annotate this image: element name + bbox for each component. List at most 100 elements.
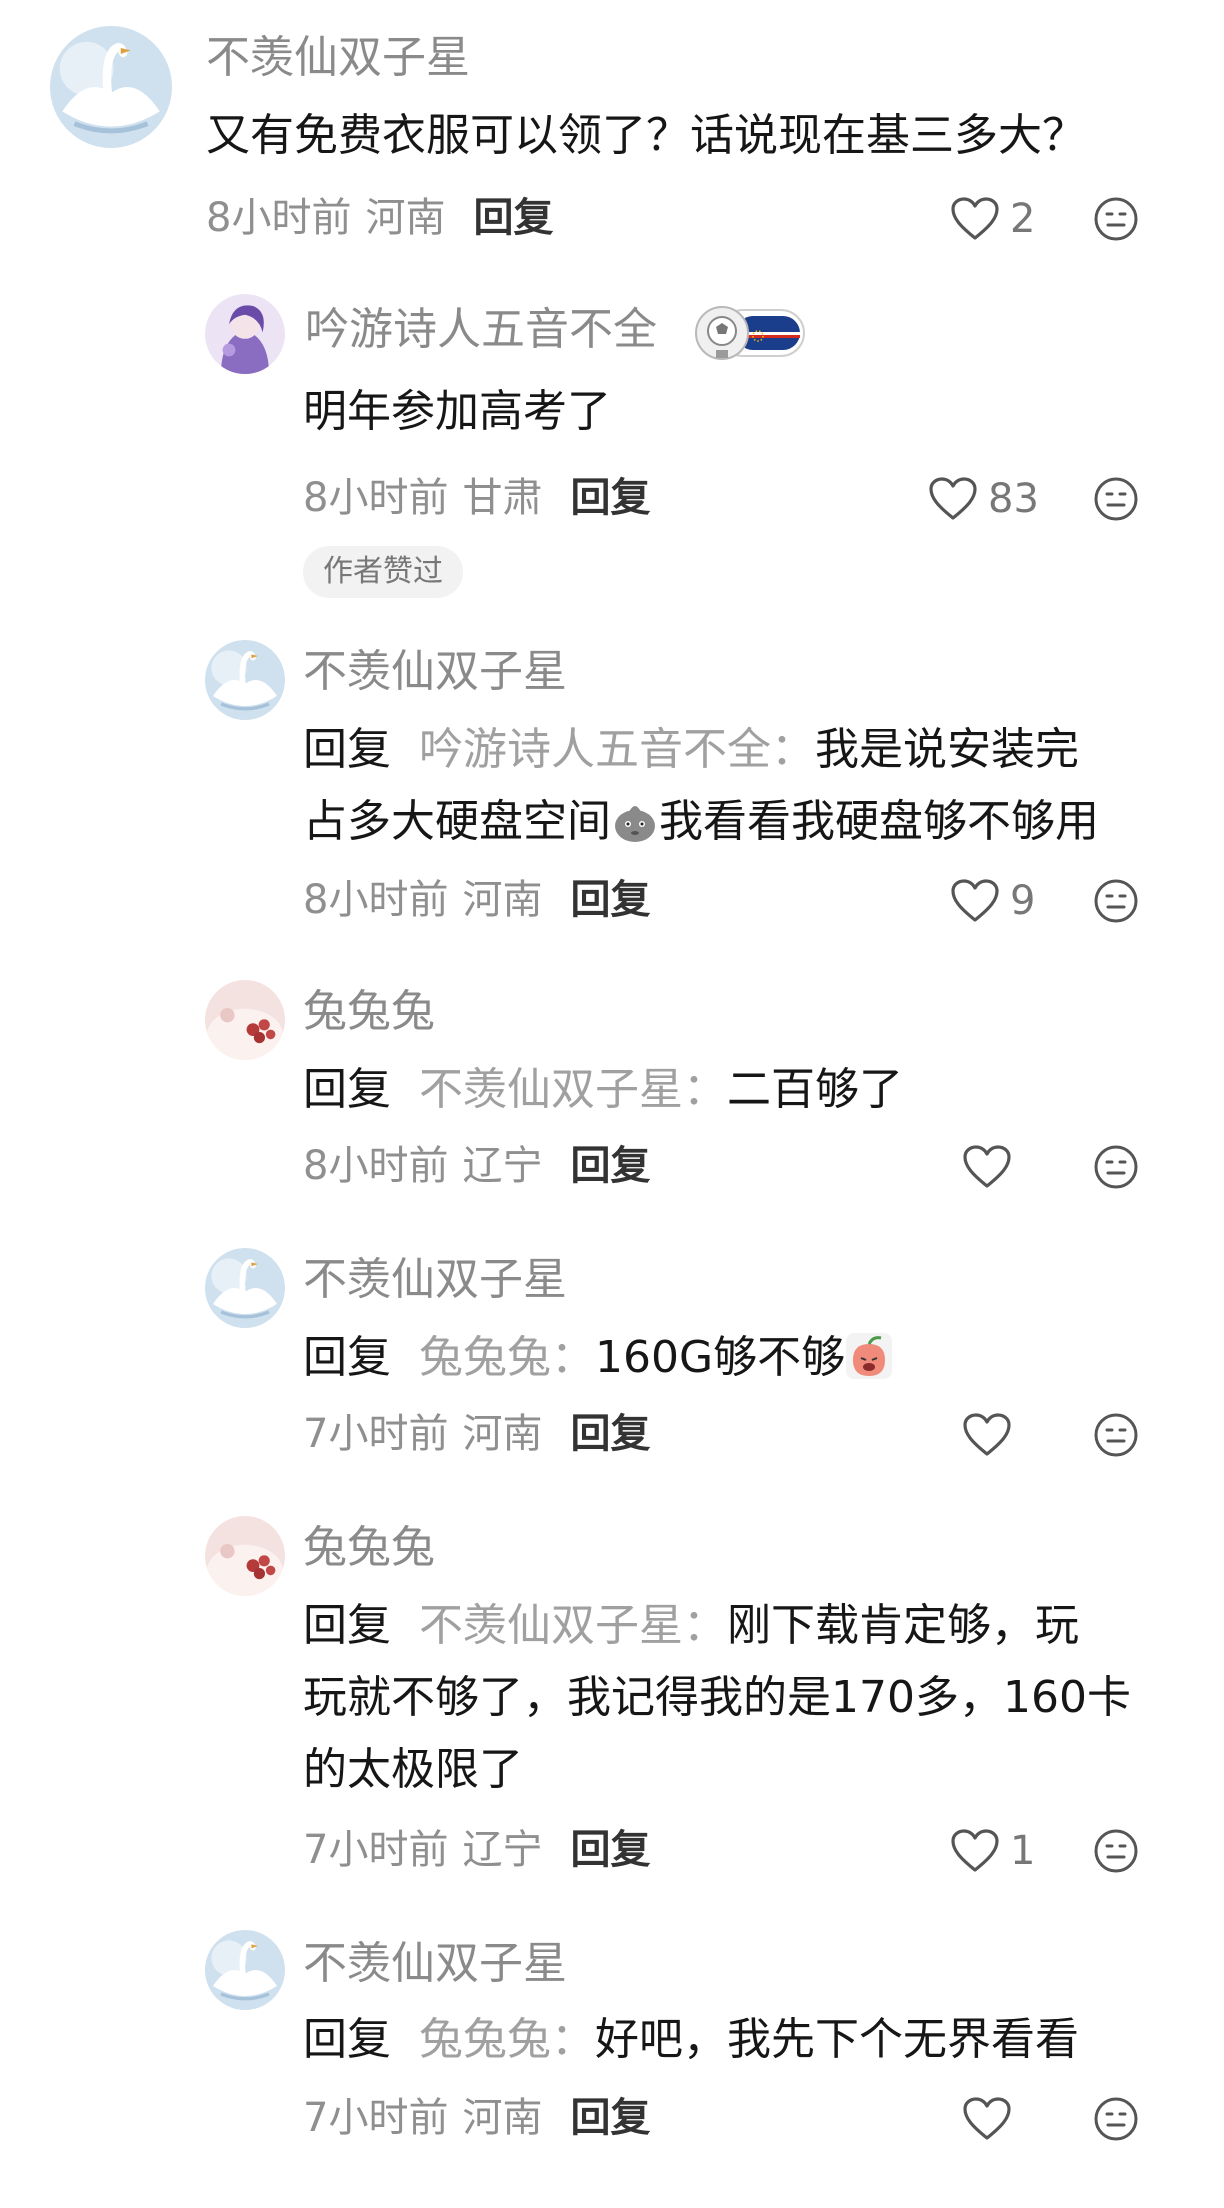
emoji-face-icon xyxy=(1093,2096,1139,2142)
reply-button[interactable]: 回复 xyxy=(570,877,650,923)
avatar[interactable] xyxy=(205,294,285,374)
swan-avatar-icon xyxy=(205,1930,285,2010)
comment-text-part: 我是说安装完 xyxy=(815,724,1079,775)
location: 辽宁 xyxy=(462,1827,543,1873)
avatar[interactable] xyxy=(205,1930,285,2010)
comment-text: 又有免费衣服可以领了？话说现在基三多大？ xyxy=(206,110,1086,161)
username[interactable]: 不羡仙双子星 xyxy=(206,32,470,85)
avatar[interactable] xyxy=(205,1248,285,1328)
reply-prefix: 回复 xyxy=(303,724,391,775)
pink-floral-avatar-icon xyxy=(205,980,285,1060)
location: 河南 xyxy=(462,877,543,923)
username[interactable]: 吟游诗人五音不全 xyxy=(305,304,657,357)
avatar[interactable] xyxy=(205,640,285,720)
comment-meta: 7小时前 河南 回复 xyxy=(303,1410,650,1458)
pink-floral-avatar-icon xyxy=(205,1516,285,1596)
react-button[interactable] xyxy=(1093,476,1139,522)
timestamp: 8小时前 xyxy=(303,877,449,923)
comment-meta: 8小时前 辽宁 回复 xyxy=(303,1142,650,1190)
emoji-face-icon xyxy=(1093,1144,1139,1190)
avatar[interactable] xyxy=(205,980,285,1060)
reply-target[interactable]: 兔兔兔： xyxy=(419,1332,595,1383)
reply-prefix: 回复 xyxy=(303,1600,391,1651)
username[interactable]: 兔兔兔 xyxy=(303,1522,435,1575)
emoji-face-icon xyxy=(1093,878,1139,924)
swan-avatar-icon xyxy=(205,1248,285,1328)
location: 河南 xyxy=(462,2095,543,2141)
emoji-face-icon xyxy=(1093,1828,1139,1874)
comment-text-part: 占多大硬盘空间 xyxy=(303,796,611,847)
reply-target[interactable]: 吟游诗人五音不全： xyxy=(419,724,815,775)
comment-text-part: 好吧，我先下个无界看看 xyxy=(595,2014,1079,2065)
comment-meta: 7小时前 河南 回复 xyxy=(303,2094,650,2142)
comment-meta: 8小时前 甘肃 回复 xyxy=(303,474,650,522)
swan-avatar-icon xyxy=(50,26,172,148)
comment-text: 回复 兔兔兔：160G够不够 xyxy=(303,1322,893,1394)
timestamp: 8小时前 xyxy=(303,1143,449,1189)
comment-text-part: 二百够了 xyxy=(727,1064,903,1115)
swan-avatar-icon xyxy=(205,640,285,720)
react-button[interactable] xyxy=(1093,2096,1139,2142)
comment-meta: 7小时前 辽宁 回复 xyxy=(303,1826,650,1874)
like-count: 83 xyxy=(988,476,1039,522)
comment-meta: 8小时前 河南 回复 xyxy=(206,194,553,242)
comment-text-part: 我看看我硬盘够不够用 xyxy=(659,796,1099,847)
react-button[interactable] xyxy=(1093,878,1139,924)
avatar[interactable] xyxy=(205,1516,285,1596)
like-count: 9 xyxy=(1010,878,1036,924)
heart-outline-icon xyxy=(962,1144,1012,1190)
username[interactable]: 不羡仙双子星 xyxy=(303,1938,567,1991)
like-button[interactable]: 83 xyxy=(928,476,1039,522)
cape-verde-flag-badge-icon xyxy=(690,302,806,364)
react-button[interactable] xyxy=(1093,196,1139,242)
heart-outline-icon xyxy=(950,878,1000,924)
comment-text: 回复 不羡仙双子星：刚下载肯定够，玩 玩就不够了，我记得我的是170多，160卡 … xyxy=(303,1590,1131,1806)
comment-text-part: 的太极限了 xyxy=(303,1744,523,1795)
heart-outline-icon xyxy=(962,2096,1012,2142)
react-button[interactable] xyxy=(1093,1828,1139,1874)
comment-text-part: 玩就不够了，我记得我的是170多，160卡 xyxy=(303,1672,1131,1723)
reply-prefix: 回复 xyxy=(303,1332,391,1383)
timestamp: 7小时前 xyxy=(303,1827,449,1873)
react-button[interactable] xyxy=(1093,1412,1139,1458)
comment-meta: 8小时前 河南 回复 xyxy=(303,876,650,924)
comment-text-part: 160G够不够 xyxy=(595,1332,846,1383)
reply-button[interactable]: 回复 xyxy=(570,475,650,521)
username[interactable]: 兔兔兔 xyxy=(303,986,435,1039)
location: 河南 xyxy=(462,1411,543,1457)
username[interactable]: 不羡仙双子星 xyxy=(303,1254,567,1307)
emoji-face-icon xyxy=(1093,196,1139,242)
comment-text: 回复 吟游诗人五音不全：我是说安装完 占多大硬盘空间 我看看我硬盘够不够用 xyxy=(303,714,1099,858)
like-button[interactable] xyxy=(962,1412,1012,1458)
username[interactable]: 不羡仙双子星 xyxy=(303,646,567,699)
like-button[interactable]: 1 xyxy=(950,1828,1035,1874)
reply-button[interactable]: 回复 xyxy=(473,195,553,241)
comment-text: 回复 兔兔兔：好吧，我先下个无界看看 xyxy=(303,2004,1079,2076)
heart-outline-icon xyxy=(950,1828,1000,1874)
like-button[interactable] xyxy=(962,2096,1012,2142)
like-button[interactable]: 2 xyxy=(950,196,1035,242)
reply-button[interactable]: 回复 xyxy=(570,2095,650,2141)
like-button[interactable] xyxy=(962,1144,1012,1190)
avatar[interactable] xyxy=(50,26,172,148)
heart-outline-icon xyxy=(950,196,1000,242)
emoji-face-icon xyxy=(1093,1412,1139,1458)
timestamp: 8小时前 xyxy=(303,475,449,521)
reply-button[interactable]: 回复 xyxy=(570,1143,650,1189)
like-button[interactable]: 9 xyxy=(950,878,1035,924)
react-button[interactable] xyxy=(1093,1144,1139,1190)
heart-outline-icon xyxy=(928,476,978,522)
location: 甘肃 xyxy=(462,475,543,521)
timestamp: 7小时前 xyxy=(303,1411,449,1457)
reply-prefix: 回复 xyxy=(303,1064,391,1115)
reply-target[interactable]: 兔兔兔： xyxy=(419,2014,595,2065)
reply-button[interactable]: 回复 xyxy=(570,1411,650,1457)
reply-target[interactable]: 不羡仙双子星： xyxy=(419,1600,727,1651)
comment-text: 明年参加高考了 xyxy=(303,386,611,437)
reply-target[interactable]: 不羡仙双子星： xyxy=(419,1064,727,1115)
reply-prefix: 回复 xyxy=(303,2014,391,2065)
like-count: 1 xyxy=(1010,1828,1036,1874)
comment-text-part: 刚下载肯定够，玩 xyxy=(727,1600,1079,1651)
reply-button[interactable]: 回复 xyxy=(570,1827,650,1873)
location: 辽宁 xyxy=(462,1143,543,1189)
